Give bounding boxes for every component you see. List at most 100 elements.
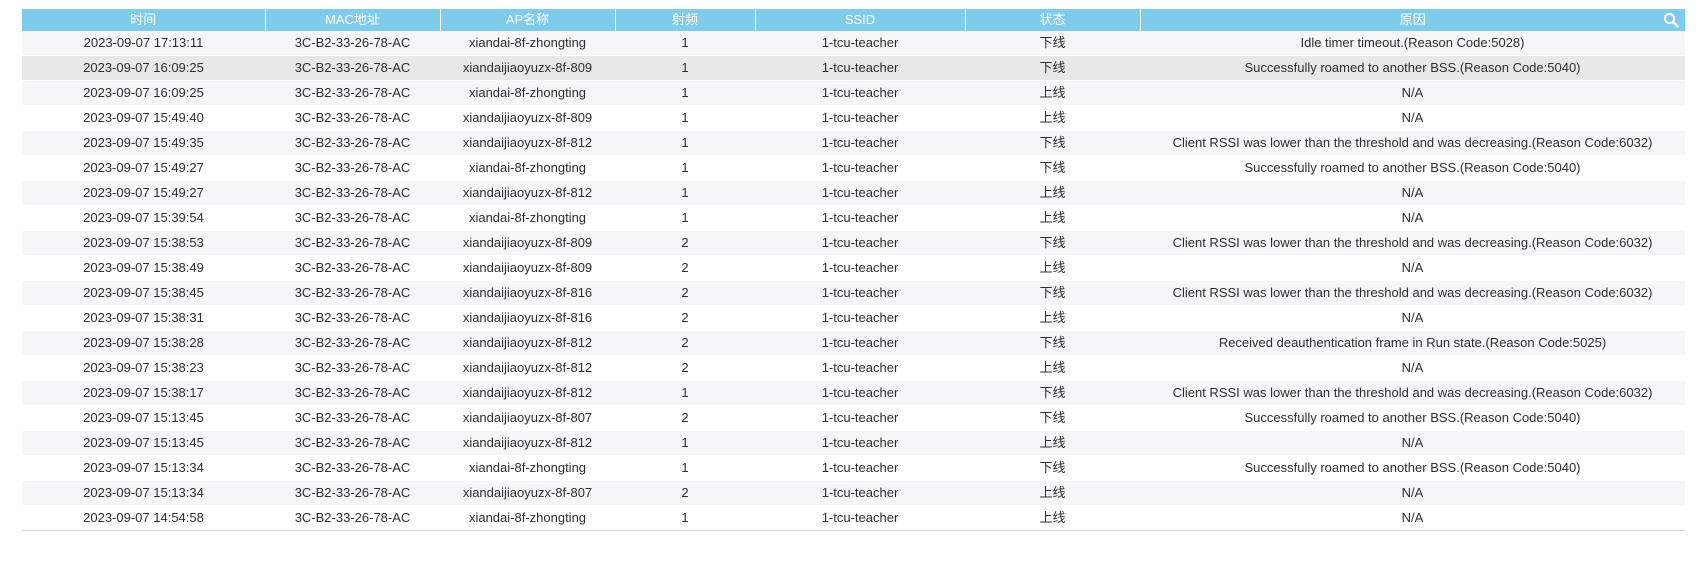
cell-status: 上线	[965, 480, 1140, 506]
table-row[interactable]: 2023-09-07 15:39:54 3C-B2-33-26-78-AC xian…	[22, 205, 1685, 231]
cell-status: 下线	[965, 230, 1140, 256]
cell-mac: 3C-B2-33-26-78-AC	[265, 31, 440, 56]
cell-status: 下线	[965, 380, 1140, 406]
cell-ap-name: xiandai-8f-zhongting	[440, 31, 615, 56]
table-row[interactable]: 2023-09-07 16:09:25 3C-B2-33-26-78-AC xian…	[22, 80, 1685, 106]
cell-reason: Client RSSI was lower than the threshold…	[1140, 230, 1685, 256]
table-row[interactable]: 2023-09-07 17:13:11 3C-B2-33-26-78-AC xian…	[22, 31, 1685, 56]
cell-ssid: 1-tcu-teacher	[755, 105, 965, 131]
cell-ap-name: xiandaijiaoyuzx-8f-809	[440, 230, 615, 256]
cell-ssid: 1-tcu-teacher	[755, 255, 965, 281]
table-row[interactable]: 2023-09-07 15:13:34 3C-B2-33-26-78-AC xian…	[22, 480, 1685, 506]
table-row[interactable]: 2023-09-07 15:38:53 3C-B2-33-26-78-AC xian…	[22, 230, 1685, 256]
cell-time: 2023-09-07 15:49:27	[22, 180, 265, 206]
cell-radio: 2	[615, 405, 755, 431]
table-row[interactable]: 2023-09-07 15:38:28 3C-B2-33-26-78-AC xian…	[22, 330, 1685, 356]
cell-ssid: 1-tcu-teacher	[755, 330, 965, 356]
cell-reason: N/A	[1140, 355, 1685, 381]
cell-time: 2023-09-07 15:49:27	[22, 155, 265, 181]
cell-ap-name: xiandaijiaoyuzx-8f-807	[440, 480, 615, 506]
table-body: 2023-09-07 17:13:11 3C-B2-33-26-78-AC xian…	[22, 31, 1685, 531]
cell-ssid: 1-tcu-teacher	[755, 205, 965, 231]
cell-status: 上线	[965, 205, 1140, 231]
cell-radio: 2	[615, 280, 755, 306]
cell-status: 下线	[965, 455, 1140, 481]
cell-ap-name: xiandai-8f-zhongting	[440, 205, 615, 231]
cell-ssid: 1-tcu-teacher	[755, 355, 965, 381]
cell-reason: N/A	[1140, 180, 1685, 206]
cell-reason: N/A	[1140, 430, 1685, 456]
cell-mac: 3C-B2-33-26-78-AC	[265, 105, 440, 131]
client-log-table-container: 时间 MAC地址 AP名称 射频 SSID 状态 原因 2023-09-07 1…	[22, 9, 1685, 531]
cell-ssid: 1-tcu-teacher	[755, 480, 965, 506]
cell-ssid: 1-tcu-teacher	[755, 155, 965, 181]
search-icon[interactable]	[1663, 12, 1679, 28]
cell-mac: 3C-B2-33-26-78-AC	[265, 80, 440, 106]
table-row[interactable]: 2023-09-07 16:09:25 3C-B2-33-26-78-AC xian…	[22, 55, 1685, 81]
cell-radio: 2	[615, 355, 755, 381]
cell-ap-name: xiandaijiaoyuzx-8f-807	[440, 405, 615, 431]
table-row[interactable]: 2023-09-07 15:38:23 3C-B2-33-26-78-AC xian…	[22, 355, 1685, 381]
table-header-row: 时间 MAC地址 AP名称 射频 SSID 状态 原因	[22, 9, 1685, 31]
cell-reason: Successfully roamed to another BSS.(Reas…	[1140, 455, 1685, 481]
table-row[interactable]: 2023-09-07 15:49:35 3C-B2-33-26-78-AC xian…	[22, 130, 1685, 156]
cell-time: 2023-09-07 15:49:40	[22, 105, 265, 131]
table-row[interactable]: 2023-09-07 15:38:45 3C-B2-33-26-78-AC xian…	[22, 280, 1685, 306]
table-row[interactable]: 2023-09-07 15:49:27 3C-B2-33-26-78-AC xian…	[22, 180, 1685, 206]
cell-status: 下线	[965, 155, 1140, 181]
table-row[interactable]: 2023-09-07 14:54:58 3C-B2-33-26-78-AC xian…	[22, 505, 1685, 531]
cell-mac: 3C-B2-33-26-78-AC	[265, 155, 440, 181]
cell-radio: 1	[615, 155, 755, 181]
column-header-radio[interactable]: 射频	[615, 9, 756, 31]
cell-time: 2023-09-07 14:54:58	[22, 505, 265, 531]
cell-ssid: 1-tcu-teacher	[755, 505, 965, 531]
column-header-time[interactable]: 时间	[22, 9, 266, 31]
table-row[interactable]: 2023-09-07 15:13:34 3C-B2-33-26-78-AC xian…	[22, 455, 1685, 481]
column-header-mac[interactable]: MAC地址	[265, 9, 441, 31]
cell-radio: 1	[615, 430, 755, 456]
cell-ap-name: xiandaijiaoyuzx-8f-812	[440, 355, 615, 381]
cell-time: 2023-09-07 15:39:54	[22, 205, 265, 231]
table-row[interactable]: 2023-09-07 15:38:17 3C-B2-33-26-78-AC xian…	[22, 380, 1685, 406]
cell-status: 下线	[965, 55, 1140, 81]
column-header-ssid[interactable]: SSID	[755, 9, 966, 31]
table-row[interactable]: 2023-09-07 15:49:27 3C-B2-33-26-78-AC xian…	[22, 155, 1685, 181]
cell-time: 2023-09-07 15:38:53	[22, 230, 265, 256]
column-header-ap-name[interactable]: AP名称	[440, 9, 616, 31]
cell-mac: 3C-B2-33-26-78-AC	[265, 230, 440, 256]
cell-mac: 3C-B2-33-26-78-AC	[265, 380, 440, 406]
cell-time: 2023-09-07 15:38:23	[22, 355, 265, 381]
cell-time: 2023-09-07 15:38:17	[22, 380, 265, 406]
table-row[interactable]: 2023-09-07 15:38:31 3C-B2-33-26-78-AC xian…	[22, 305, 1685, 331]
table-row[interactable]: 2023-09-07 15:13:45 3C-B2-33-26-78-AC xian…	[22, 405, 1685, 431]
cell-time: 2023-09-07 15:13:34	[22, 455, 265, 481]
table-row[interactable]: 2023-09-07 15:49:40 3C-B2-33-26-78-AC xian…	[22, 105, 1685, 131]
cell-ssid: 1-tcu-teacher	[755, 130, 965, 156]
cell-reason: N/A	[1140, 80, 1685, 106]
cell-mac: 3C-B2-33-26-78-AC	[265, 505, 440, 531]
cell-radio: 1	[615, 180, 755, 206]
table-row[interactable]: 2023-09-07 15:38:49 3C-B2-33-26-78-AC xian…	[22, 255, 1685, 281]
cell-time: 2023-09-07 16:09:25	[22, 55, 265, 81]
cell-ap-name: xiandaijiaoyuzx-8f-809	[440, 105, 615, 131]
cell-time: 2023-09-07 15:38:31	[22, 305, 265, 331]
cell-ap-name: xiandaijiaoyuzx-8f-812	[440, 180, 615, 206]
cell-time: 2023-09-07 15:13:34	[22, 480, 265, 506]
cell-mac: 3C-B2-33-26-78-AC	[265, 480, 440, 506]
cell-mac: 3C-B2-33-26-78-AC	[265, 255, 440, 281]
column-header-reason[interactable]: 原因	[1140, 9, 1685, 31]
cell-mac: 3C-B2-33-26-78-AC	[265, 405, 440, 431]
cell-ap-name: xiandai-8f-zhongting	[440, 80, 615, 106]
cell-mac: 3C-B2-33-26-78-AC	[265, 355, 440, 381]
cell-radio: 1	[615, 380, 755, 406]
cell-ap-name: xiandaijiaoyuzx-8f-812	[440, 380, 615, 406]
cell-ap-name: xiandaijiaoyuzx-8f-816	[440, 280, 615, 306]
cell-status: 上线	[965, 355, 1140, 381]
table-row[interactable]: 2023-09-07 15:13:45 3C-B2-33-26-78-AC xian…	[22, 430, 1685, 456]
cell-time: 2023-09-07 15:38:49	[22, 255, 265, 281]
cell-status: 下线	[965, 130, 1140, 156]
cell-reason: N/A	[1140, 205, 1685, 231]
column-header-status[interactable]: 状态	[965, 9, 1141, 31]
cell-ap-name: xiandaijiaoyuzx-8f-809	[440, 55, 615, 81]
cell-ssid: 1-tcu-teacher	[755, 380, 965, 406]
